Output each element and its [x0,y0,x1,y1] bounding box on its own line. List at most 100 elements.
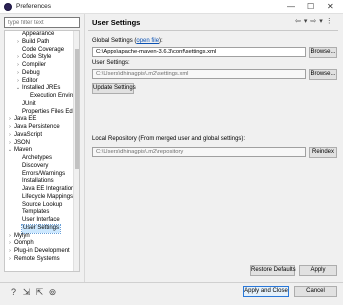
global-settings-field[interactable]: C:\Apps\apache-maven-3.6.3\conf\settings… [92,47,306,57]
user-settings-field[interactable]: C:\Users\dhinagpis\.m2\settings.xml [92,69,306,79]
chevron-right-icon[interactable]: › [7,233,13,241]
tree-item[interactable]: › Oomph [5,240,79,248]
tree-item[interactable]: Archetypes [5,155,79,163]
tree-item[interactable]: Discovery [5,163,79,171]
tree-item-label: Debug [22,69,40,76]
maximize-button[interactable]: ☐ [307,2,314,12]
import-icon[interactable]: ⇲ [21,287,32,298]
tree-item[interactable]: JUnit [5,101,79,109]
chevron-right-icon[interactable]: › [7,116,13,124]
tree-item[interactable]: › Code Style [5,54,79,62]
tree-item-label: Plug-in Development [14,248,70,254]
tree-item-label: Maven [14,147,33,154]
apply-button[interactable]: Apply [299,265,337,276]
tree-item-label: Archetypes [22,155,53,161]
tree-item[interactable]: User Interface [5,217,79,225]
tree-item[interactable]: › Java Persistence [5,124,79,132]
chevron-right-icon[interactable]: › [15,70,21,78]
tree-item[interactable]: › Compiler [5,62,79,70]
tree-item[interactable]: Execution Environ [5,93,79,101]
chevron-down-icon[interactable]: ⌄ [15,85,21,93]
tree-item[interactable]: › Debug [5,70,79,78]
chevron-down-icon[interactable]: ⌄ [7,147,13,155]
close-button[interactable]: ✕ [327,2,334,12]
global-browse-button[interactable]: Browse... [309,47,337,58]
cancel-button[interactable]: Cancel [294,286,337,297]
chevron-right-icon[interactable]: › [15,78,21,86]
title-bar: Preferences — ☐ ✕ [0,0,343,14]
tree-item[interactable]: › Java EE [5,116,79,124]
tree-item[interactable]: › JavaScript [5,132,79,140]
forward-arrow-icon[interactable]: ⇨ [310,18,316,25]
tree-item-label: JavaScript [14,131,43,138]
tree-item[interactable]: › Editor [5,78,79,86]
chevron-right-icon[interactable]: › [15,39,21,47]
help-icon[interactable]: ? [8,287,19,298]
splitter[interactable] [84,14,85,282]
export-icon[interactable]: ⇱ [34,287,45,298]
tree-scrollbar[interactable] [73,31,79,271]
chevron-right-icon[interactable]: › [7,132,13,140]
preferences-tree[interactable]: Appearance › Build Path Code Coverage › Code … [4,30,80,272]
chevron-right-icon[interactable]: › [7,240,13,248]
tree-item[interactable]: › JSON [5,140,79,148]
tree-item[interactable]: › Remote Systems [5,256,79,264]
tree-item[interactable]: Properties Files Editor [5,109,79,117]
chevron-down-icon[interactable]: ▾ [319,18,323,25]
tree-item-label: Errors/Warnings [22,170,66,177]
local-repository-field[interactable]: C:\Users\dhinagpis\.m2\repository [92,147,306,157]
tree-item[interactable]: Code Coverage [5,47,79,55]
tree-item[interactable]: Installations [5,178,79,186]
footer-separator [0,282,343,283]
chevron-right-icon[interactable]: › [7,124,13,132]
back-arrow-icon[interactable]: ⇦ [295,18,301,25]
apply-and-close-button[interactable]: Apply and Close [243,286,289,297]
window-title: Preferences [16,3,52,10]
chevron-down-icon[interactable]: ▾ [304,18,308,25]
tree-item[interactable]: Templates [5,209,79,217]
tree-item-label: User Interface [22,217,60,223]
tree-item-label: Installed JREs [22,85,61,92]
eclipse-logo-icon [4,3,12,11]
minimize-button[interactable]: — [287,2,295,12]
local-repository-label: Local Repository (From merged user and g… [92,136,246,142]
chevron-right-icon[interactable]: › [7,140,13,148]
tree-item[interactable]: › Plug-in Development [5,248,79,256]
tree-item[interactable]: Lifecycle Mappings [5,194,79,202]
user-settings-label: User Settings: [92,60,130,66]
page-title: User Settings [92,18,141,27]
tree-item-label: User Settings [20,223,62,234]
chevron-right-icon[interactable]: › [7,256,13,264]
tree-item-label: Java EE [14,116,37,123]
tree-item-label: Java EE Integration [22,186,75,192]
user-browse-button[interactable]: Browse... [309,69,337,80]
chevron-right-icon[interactable]: › [7,248,13,256]
link-icon[interactable]: ⊚ [47,287,58,298]
tree-item-label: Installations [22,178,54,185]
tree-item[interactable]: Java EE Integration [5,186,79,194]
tree-item-label: Editor [22,77,38,84]
tree-item[interactable]: Appearance [5,31,79,39]
tree-item[interactable]: › Mylyn [5,233,79,241]
chevron-right-icon[interactable]: › [15,62,21,70]
tree-item[interactable]: Errors/Warnings [5,171,79,179]
tree-item[interactable]: ⌄ Maven [5,147,79,155]
reindex-button[interactable]: Reindex [309,147,337,158]
tree-item[interactable]: Source Lookup [5,202,79,210]
chevron-right-icon[interactable]: › [15,54,21,62]
tree-item[interactable]: › Build Path [5,39,79,47]
tree-item-label: Discovery [22,162,49,169]
update-settings-button[interactable]: Update Settings [92,83,136,94]
tree-item[interactable]: User Settings [5,223,79,234]
filter-input[interactable] [4,17,80,28]
tree-item-label: Templates [22,209,50,216]
tree-scrollbar-thumb[interactable] [75,49,79,169]
tree-item[interactable]: ⌄ Installed JREs [5,85,79,93]
restore-defaults-button[interactable]: Restore Defaults [250,265,296,276]
open-file-link[interactable]: open file [136,38,159,44]
tree-item-label: Build Path [22,38,50,45]
tree-item-label: Compiler [22,62,47,68]
global-settings-label: Global Settings (open file): [92,38,163,44]
view-menu-icon[interactable]: ⋮ [326,18,333,25]
tree-item-label: Execution Environ [30,93,79,99]
